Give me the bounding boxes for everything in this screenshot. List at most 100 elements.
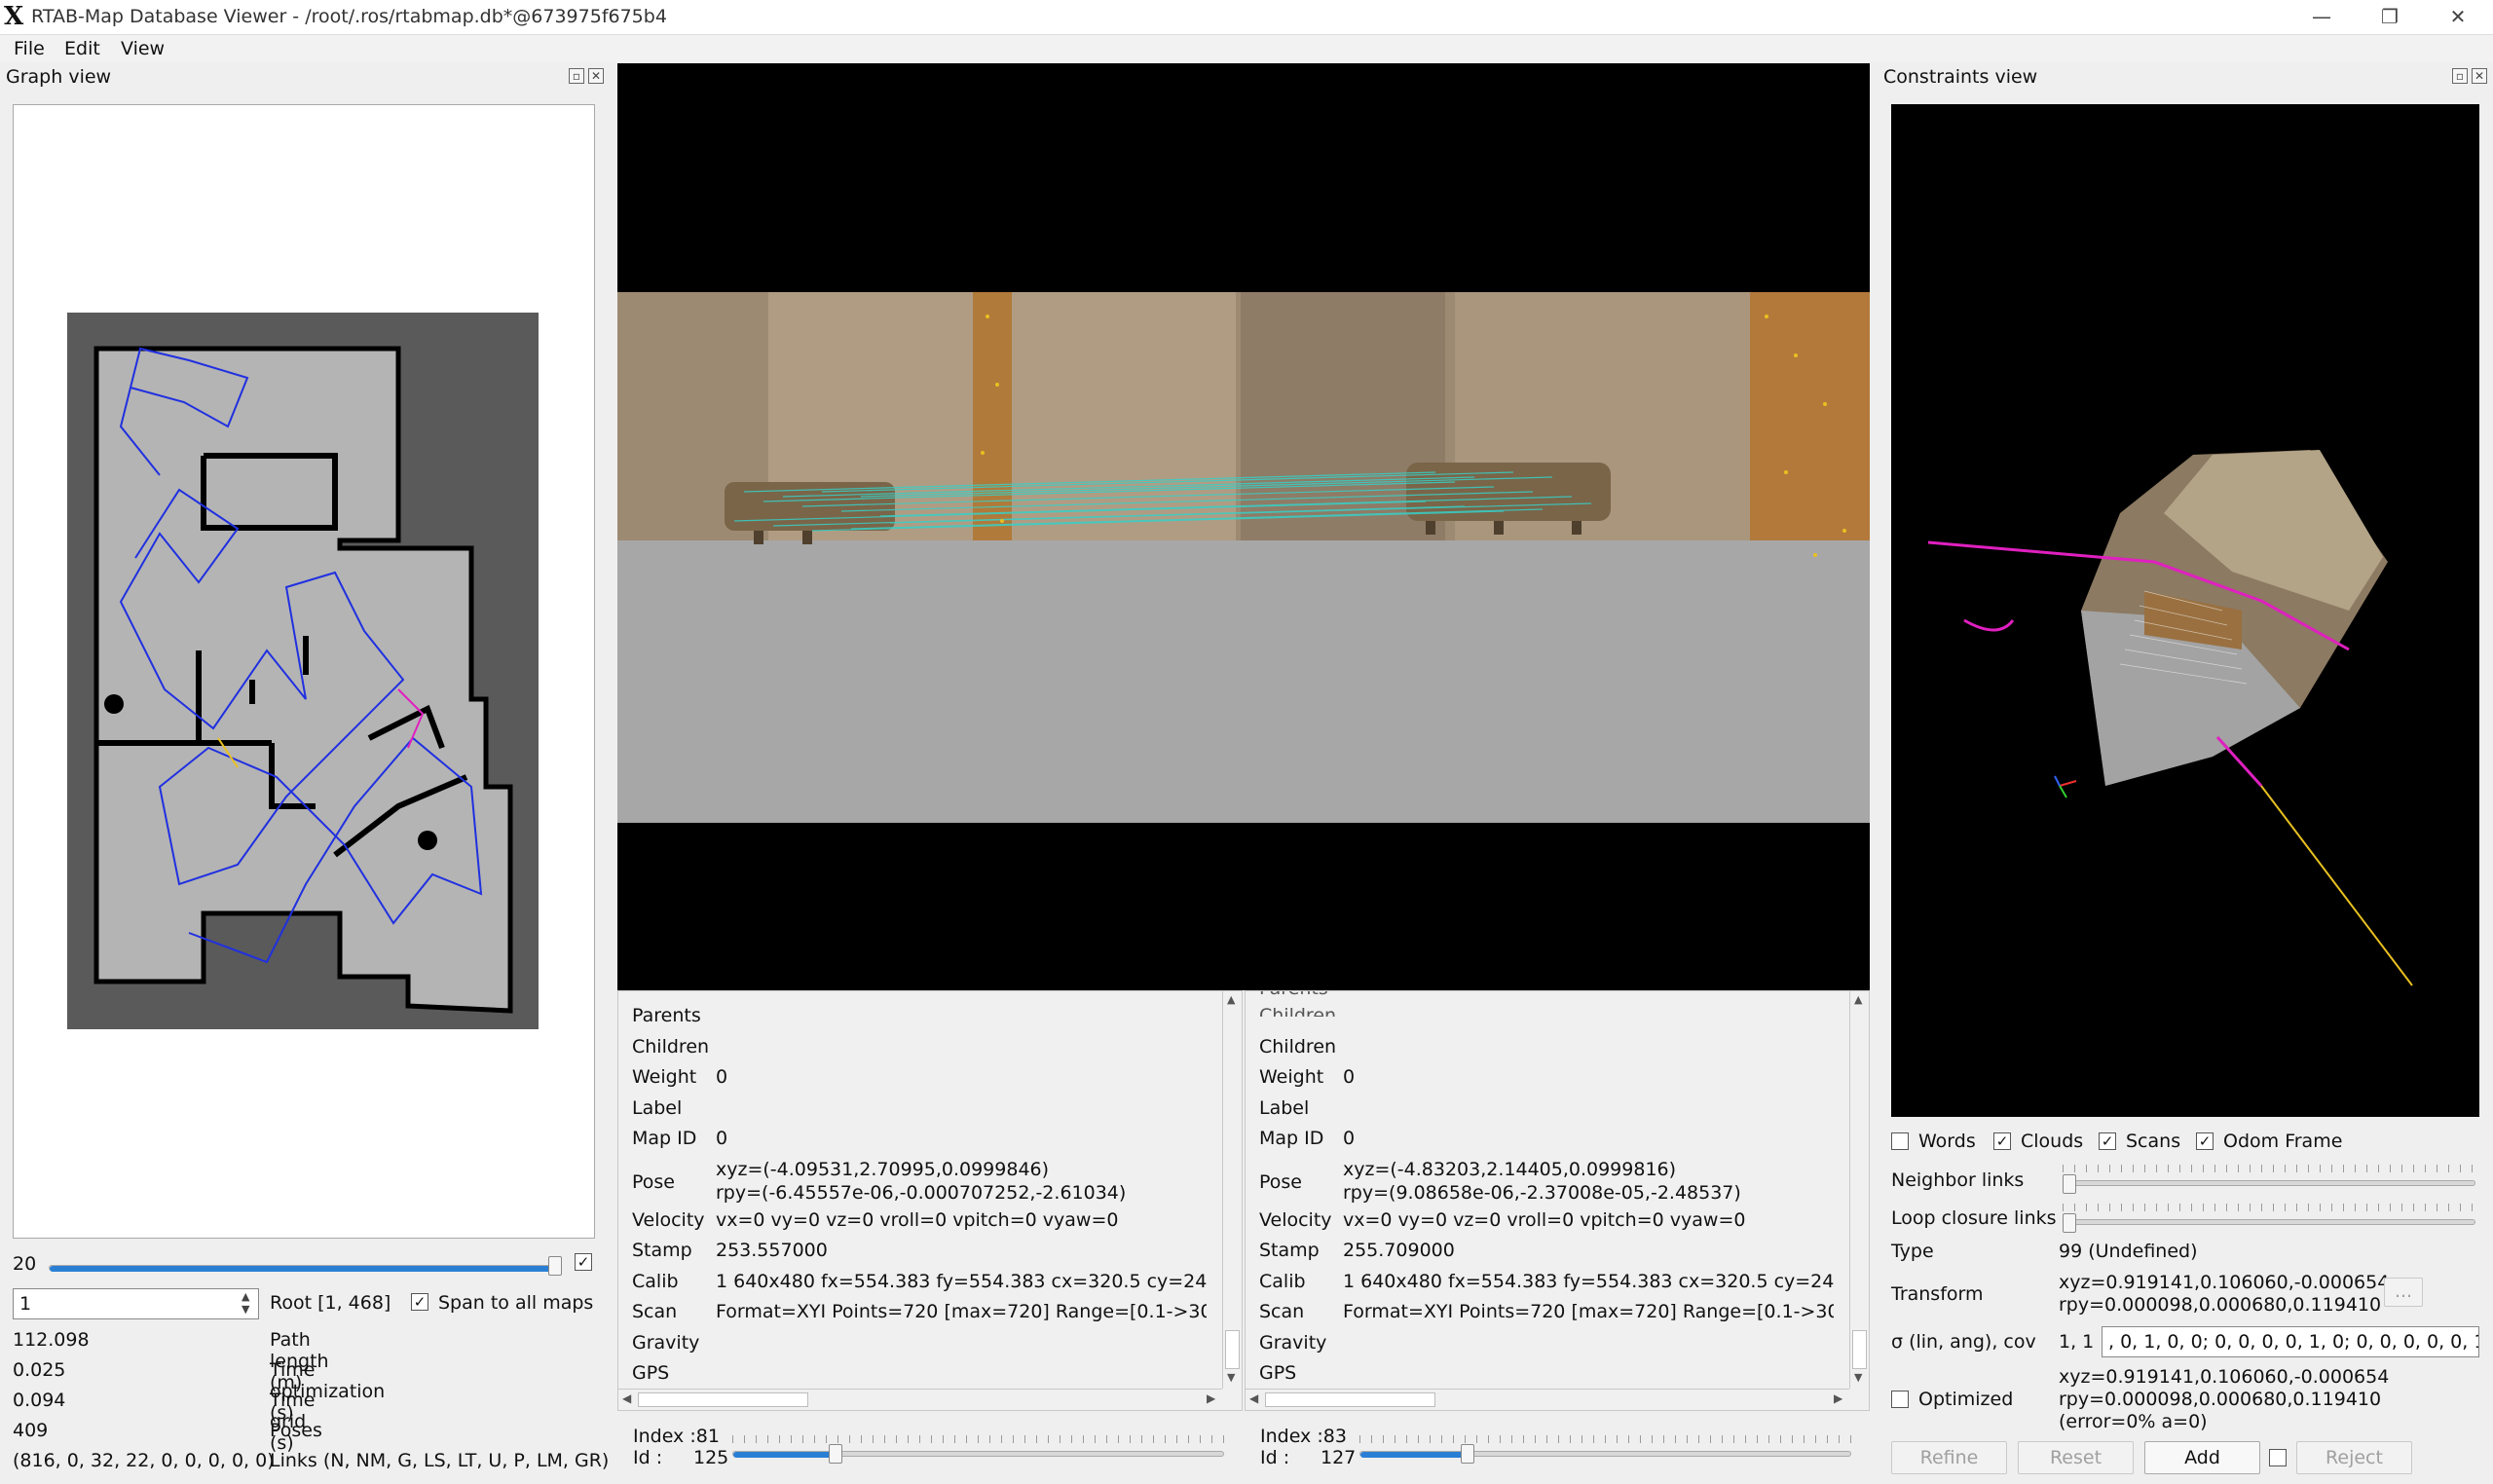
right-index-slider[interactable] xyxy=(1359,1451,1851,1458)
add-button[interactable]: Add xyxy=(2144,1441,2260,1474)
row-value: Format=XYI Points=720 [max=720] Range=[0… xyxy=(716,1301,1207,1322)
graph-view-close-icon[interactable]: ✕ xyxy=(588,68,604,84)
constraints-float-icon[interactable]: ▫ xyxy=(2452,68,2468,84)
menu-edit[interactable]: Edit xyxy=(56,35,108,62)
type-value: 99 (Undefined) xyxy=(2059,1241,2198,1262)
transform-more-button[interactable]: ... xyxy=(2384,1278,2423,1307)
row-label: GPS xyxy=(632,1362,670,1384)
row-label: Gravity xyxy=(1259,1331,1327,1354)
row-value: 1 640x480 fx=554.383 fy=554.383 cx=320.5… xyxy=(1343,1270,1834,1292)
scroll-thumb[interactable] xyxy=(1852,1330,1867,1369)
stat-value: 409 xyxy=(13,1420,49,1441)
minimize-button[interactable]: — xyxy=(2292,2,2351,31)
optimized-checkbox[interactable] xyxy=(1891,1391,1909,1408)
span-all-maps-checkbox[interactable]: ✓ xyxy=(411,1293,428,1311)
clouds-checkbox[interactable]: ✓ xyxy=(1993,1132,2011,1150)
menu-file[interactable]: File xyxy=(6,35,53,62)
row-label-partial: Children xyxy=(1259,1005,1337,1017)
constraints-toggles: Words ✓ Clouds ✓ Scans ✓ Odom Frame xyxy=(1891,1131,2479,1156)
scroll-right-icon[interactable]: ▶ xyxy=(1207,1391,1215,1405)
scroll-thumb[interactable] xyxy=(1225,1330,1240,1369)
row-value: vx=0 vy=0 vz=0 vroll=0 vpitch=0 vyaw=0 xyxy=(1343,1208,1746,1231)
reject-checkbox[interactable] xyxy=(2269,1449,2287,1466)
right-node-hscrollbar[interactable]: ◀ ▶ xyxy=(1246,1389,1849,1410)
reset-button[interactable]: Reset xyxy=(2018,1441,2134,1474)
constraints-3d-view[interactable] xyxy=(1891,104,2479,1117)
row-label: Scan xyxy=(1259,1301,1305,1322)
row-value: vx=0 vy=0 vz=0 vroll=0 vpitch=0 vyaw=0 xyxy=(716,1208,1119,1231)
close-button[interactable]: ✕ xyxy=(2429,2,2487,31)
graph-slider-track[interactable] xyxy=(49,1265,556,1272)
occupancy-grid-map xyxy=(67,313,539,1029)
left-node-info: Parents Children Weight 0 Label Map ID 0 P… xyxy=(617,990,1243,1411)
row-label: Calib xyxy=(632,1270,679,1292)
scroll-up-icon[interactable]: ▲ xyxy=(1227,993,1235,1006)
scroll-up-icon[interactable]: ▲ xyxy=(1854,993,1862,1006)
row-value: 0 xyxy=(716,1128,728,1149)
spin-arrows-icon[interactable]: ▲ ▼ xyxy=(242,1290,249,1316)
optimized-xyz: xyz=0.919141,0.106060,-0.000654 xyxy=(2059,1366,2390,1388)
right-index-handle[interactable] xyxy=(1461,1444,1474,1464)
pose-rpy: rpy=(-6.45557e-06,-0.000707252,-2.61034) xyxy=(716,1181,1127,1204)
left-index-label: Index :81 xyxy=(633,1426,720,1447)
row-label: Velocity xyxy=(1259,1208,1332,1231)
graph-canvas[interactable] xyxy=(13,104,595,1239)
root-spinbox[interactable]: 1 xyxy=(13,1288,259,1319)
row-label: Label xyxy=(1259,1096,1310,1119)
row-label-partial: Parents xyxy=(1259,991,1328,999)
scroll-thumb[interactable] xyxy=(638,1392,808,1407)
left-node-vscrollbar[interactable]: ▲ ▼ xyxy=(1222,991,1242,1389)
left-node-hscrollbar[interactable]: ◀ ▶ xyxy=(618,1389,1222,1410)
row-label: Pose xyxy=(1259,1170,1302,1193)
odom-frame-checkbox[interactable]: ✓ xyxy=(2196,1132,2214,1150)
row-label: Stamp xyxy=(632,1240,692,1261)
optimized-error: (error=0% a=0) xyxy=(2059,1411,2208,1432)
left-index-slider[interactable] xyxy=(732,1451,1224,1458)
row-label: Children xyxy=(1259,1035,1337,1057)
menu-bar: File Edit View xyxy=(0,35,2493,62)
graph-slider-checkbox[interactable]: ✓ xyxy=(575,1253,592,1271)
feature-matches-view[interactable] xyxy=(617,63,1870,990)
covariance-field[interactable]: , 0, 1, 0, 0; 0, 0, 0, 0, 1, 0; 0, 0, 0,… xyxy=(2102,1326,2479,1357)
scroll-down-icon[interactable]: ▼ xyxy=(1227,1371,1235,1384)
graph-slider-handle[interactable] xyxy=(548,1256,562,1276)
clouds-label: Clouds xyxy=(2021,1131,2084,1152)
words-checkbox[interactable] xyxy=(1891,1132,1909,1150)
row-value: 0 xyxy=(716,1066,728,1088)
graph-slider-value: 20 xyxy=(13,1253,37,1275)
stat-label: Poses xyxy=(270,1420,322,1441)
left-index-handle[interactable] xyxy=(829,1444,842,1464)
scroll-down-icon[interactable]: ▼ xyxy=(1854,1371,1862,1384)
right-node-vscrollbar[interactable]: ▲ ▼ xyxy=(1849,991,1869,1389)
menu-view[interactable]: View xyxy=(113,35,172,62)
right-index-ticks xyxy=(1359,1435,1851,1443)
stat-value: 0.025 xyxy=(13,1359,66,1381)
row-label: Children xyxy=(632,1035,710,1057)
app-icon: X xyxy=(4,2,24,31)
scroll-thumb[interactable] xyxy=(1265,1392,1435,1407)
covariance-value: , 0, 1, 0, 0; 0, 0, 0, 0, 1, 0; 0, 0, 0,… xyxy=(2108,1331,2479,1353)
row-label: Pose xyxy=(632,1170,675,1193)
graph-view-float-icon[interactable]: ▫ xyxy=(569,68,584,84)
neighbor-links-slider[interactable] xyxy=(2063,1180,2475,1186)
neighbor-links-handle[interactable] xyxy=(2063,1174,2076,1194)
refine-button[interactable]: Refine xyxy=(1891,1441,2007,1474)
loop-closure-links-handle[interactable] xyxy=(2063,1213,2076,1233)
root-label: Root [1, 468] xyxy=(270,1292,391,1314)
loop-closure-links-slider[interactable] xyxy=(2063,1219,2475,1225)
stat-label: Links (N, NM, G, LS, LT, U, P, LM, GR) xyxy=(270,1450,610,1471)
right-index-fill xyxy=(1360,1452,1469,1458)
graph-view-title: Graph view xyxy=(6,66,112,88)
row-label: Stamp xyxy=(1259,1240,1320,1261)
loop-ticks xyxy=(2063,1204,2475,1211)
row-value: Format=XYI Points=720 [max=720] Range=[0… xyxy=(1343,1301,1834,1322)
constraints-close-icon[interactable]: ✕ xyxy=(2472,68,2487,84)
scroll-left-icon[interactable]: ◀ xyxy=(622,1391,631,1405)
restore-button[interactable]: ❐ xyxy=(2361,2,2419,31)
reject-button[interactable]: Reject xyxy=(2296,1441,2412,1474)
scroll-right-icon[interactable]: ▶ xyxy=(1834,1391,1842,1405)
row-label: Gravity xyxy=(632,1331,700,1354)
scroll-left-icon[interactable]: ◀ xyxy=(1249,1391,1258,1405)
window-title: RTAB-Map Database Viewer - /root/.ros/rt… xyxy=(31,6,667,27)
scans-checkbox[interactable]: ✓ xyxy=(2099,1132,2116,1150)
